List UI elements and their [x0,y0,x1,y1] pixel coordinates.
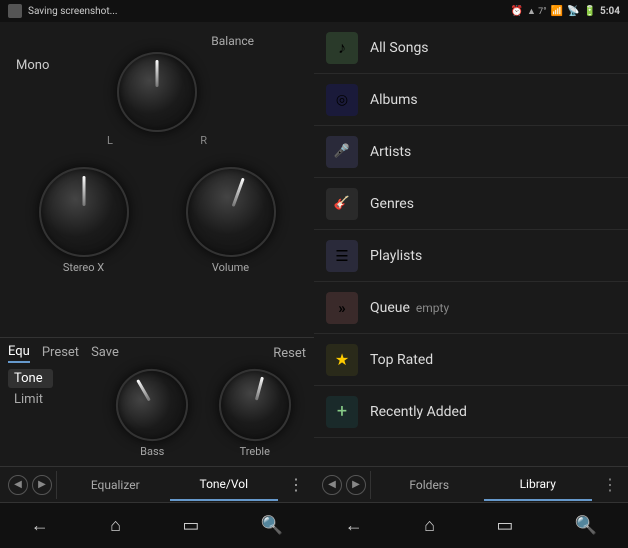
menu-item-recently-added[interactable]: + Recently Added [314,386,628,438]
left-nav-bar: ← ⌂ ▭ 🔍 [0,502,314,548]
tab-library[interactable]: Library [484,469,593,501]
menu-item-queue[interactable]: » Queue empty [314,282,628,334]
right-home-btn[interactable]: ⌂ [412,507,447,544]
menu-item-all-songs[interactable]: ♪ All Songs [314,22,628,74]
artists-label: Artists [370,144,411,160]
right-recents-btn[interactable]: ▭ [484,507,525,544]
artists-icon: 🎤 [326,136,358,168]
eq-knobs-row: Bass Treble [93,365,314,466]
albums-icon: ◎ [326,84,358,116]
playlists-label: Playlists [370,248,422,264]
playlists-icon: ☰ [326,240,358,272]
right-bottom-tabbar: ◀ ▶ Folders Library ⋮ [314,466,628,502]
signal-icon: 📡 [567,6,579,17]
left-panel: Saving screenshot... Balance Mono L R St… [0,0,314,548]
side-tab-limit[interactable]: Limit [8,390,53,409]
bass-label: Bass [140,445,164,458]
albums-label: Albums [370,92,418,108]
alarm-icon: ⏰ [511,6,523,17]
right-prev-btn[interactable]: ◀ [322,475,342,495]
prev-btn[interactable]: ◀ [8,475,28,495]
menu-item-playlists[interactable]: ☰ Playlists [314,230,628,282]
menu-item-albums[interactable]: ◎ Albums [314,74,628,126]
queue-icon: » [326,292,358,324]
all-songs-label: All Songs [370,40,429,56]
right-panel: ⏰ ▲ 7° 📶 📡 🔋 5:04 ♪ All Songs ◎ Albums 🎤… [314,0,628,548]
top-rated-label: Top Rated [370,352,433,368]
tab-equ[interactable]: Equ [8,344,30,363]
balance-knob[interactable] [117,52,197,132]
genres-icon: 🎸 [326,188,358,220]
knob-area: Balance Mono L R Stereo X Volume [0,22,314,337]
all-songs-icon: ♪ [326,32,358,64]
left-statusbar: Saving screenshot... [0,0,314,22]
r-label: R [200,134,207,147]
volume-label: Volume [212,261,249,274]
treble-knob[interactable] [211,361,299,449]
l-label: L [107,134,113,147]
right-nav-bar: ← ⌂ ▭ 🔍 [314,502,628,548]
battery-icon: 🔋 [584,6,596,17]
left-back-btn[interactable]: ← [19,507,61,544]
top-rated-icon: ★ [326,344,358,376]
notification-icon: ▲ 7° [527,6,547,17]
eq-tabs-row: Equ Preset Save Reset [0,337,314,365]
screenshot-icon [8,4,22,18]
left-recents-btn[interactable]: ▭ [170,507,211,544]
left-more-btn[interactable]: ⋮ [278,467,314,502]
screenshot-text: Saving screenshot... [28,6,118,17]
left-home-btn[interactable]: ⌂ [98,507,133,544]
queue-label: Queue [370,300,410,316]
stereo-knob-container: Stereo X [39,167,129,274]
time-display: 5:04 [600,6,620,17]
menu-item-top-rated[interactable]: ★ Top Rated [314,334,628,386]
tab-folders[interactable]: Folders [375,470,484,500]
right-tab-divider [370,471,371,499]
volume-knob-container: Volume [186,167,276,274]
balance-label: Balance [211,34,254,48]
mono-label: Mono [16,58,49,73]
left-search-btn[interactable]: 🔍 [249,507,295,544]
menu-item-artists[interactable]: 🎤 Artists [314,126,628,178]
queue-badge: empty [416,301,449,315]
balance-section: Balance Mono L R [0,34,314,147]
tab-tone-vol[interactable]: Tone/Vol [170,469,279,501]
bass-knob-container: Bass [116,369,188,458]
recently-added-icon: + [326,396,358,428]
tab-divider [56,471,57,499]
left-transport-btns: ◀ ▶ [0,475,52,495]
menu-item-genres[interactable]: 🎸 Genres [314,178,628,230]
volume-knob[interactable] [173,154,288,269]
eq-section: Tone Limit Bass Treble [0,365,314,466]
lr-labels: L R [107,134,207,147]
stereo-knob[interactable] [39,167,129,257]
tab-equalizer[interactable]: Equalizer [61,470,170,500]
right-statusbar: ⏰ ▲ 7° 📶 📡 🔋 5:04 [314,0,628,22]
next-btn[interactable]: ▶ [32,475,52,495]
right-back-btn[interactable]: ← [333,507,375,544]
right-more-btn[interactable]: ⋮ [592,467,628,502]
right-next-btn[interactable]: ▶ [346,475,366,495]
left-bottom-tabbar: ◀ ▶ Equalizer Tone/Vol ⋮ [0,466,314,502]
side-tab-tone[interactable]: Tone [8,369,53,388]
wifi-icon: 📶 [551,6,563,17]
right-transport-btns: ◀ ▶ [314,475,366,495]
tab-save[interactable]: Save [91,345,119,362]
genres-label: Genres [370,196,414,212]
bass-knob[interactable] [103,356,201,454]
side-tabs: Tone Limit [8,369,53,409]
right-search-btn[interactable]: 🔍 [563,507,609,544]
tab-preset[interactable]: Preset [42,345,79,362]
treble-knob-container: Treble [219,369,291,458]
recently-added-label: Recently Added [370,404,467,420]
tab-reset[interactable]: Reset [273,346,306,361]
stereo-label: Stereo X [63,261,104,274]
music-menu-list: ♪ All Songs ◎ Albums 🎤 Artists 🎸 Genres … [314,22,628,466]
main-knobs: Stereo X Volume [0,167,314,274]
treble-label: Treble [240,445,270,458]
